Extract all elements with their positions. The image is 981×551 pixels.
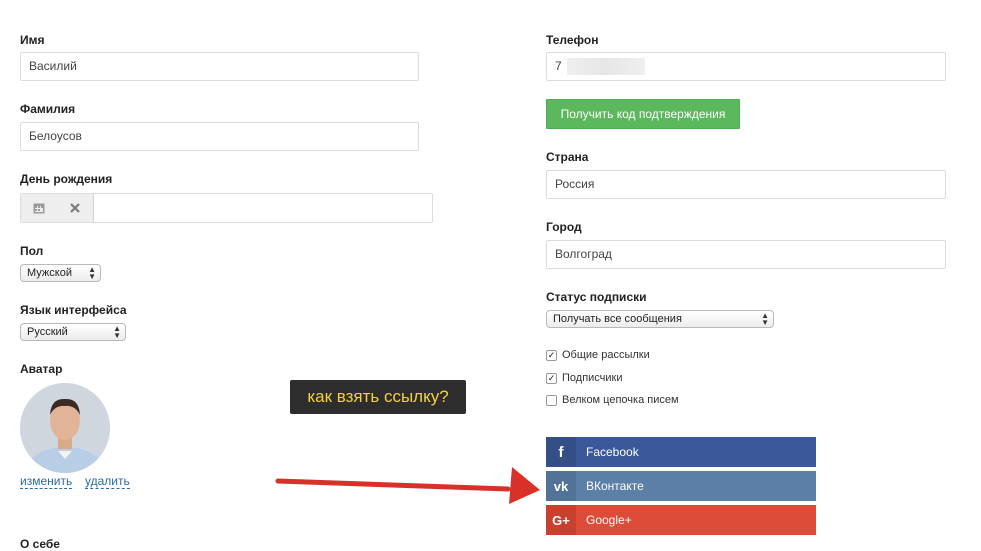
annotation-arrow xyxy=(275,467,540,504)
